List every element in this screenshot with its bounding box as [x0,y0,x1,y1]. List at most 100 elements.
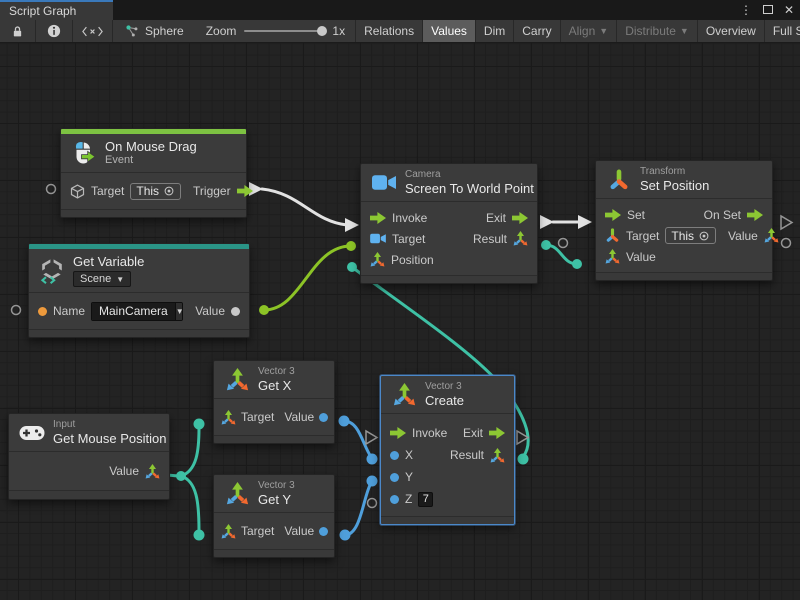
variable-scope-dropdown[interactable]: Scene ▼ [73,271,131,287]
camera-port-icon [370,233,386,244]
port-create-y[interactable] [367,476,378,487]
maximize-icon[interactable] [763,4,773,16]
port-label-set: Set [627,208,645,222]
port-create-result[interactable] [518,454,529,465]
port-getx-target[interactable] [194,419,205,430]
node-category: Transform [640,166,709,178]
zoom-slider[interactable] [244,30,324,32]
node-subtitle: Event [105,154,197,167]
vector3-icon [221,524,236,539]
flow-arrow-icon [747,208,763,222]
mouse-drag-icon [71,141,97,165]
lock-icon [11,25,24,38]
node-footer [214,549,334,557]
port-camera-position[interactable] [347,262,357,272]
flow-arrow-icon [390,426,406,440]
port-mouse-value[interactable] [176,471,186,481]
carry-button[interactable]: Carry [514,20,560,42]
chevron-down-icon: ▼ [116,275,124,284]
port-camera-target[interactable] [346,241,356,251]
port-label-result: Result [450,448,484,462]
node-get-y[interactable]: Vector 3 Get Y Target Value [213,474,335,558]
zoom-value: 1x [332,24,345,38]
info-icon [47,24,61,38]
zoom-control: Zoom 1x [196,20,355,42]
node-get-variable[interactable]: Get Variable Scene ▼ Name MainCamera ▼ V… [28,243,250,338]
node-category: Vector 3 [425,381,464,393]
tab-script-graph[interactable]: Script Graph [0,0,113,20]
node-get-mouse-position[interactable]: Input Get Mouse Position Value [8,413,170,500]
port-gety-target[interactable] [194,530,205,541]
port-label-name: Name [53,304,85,318]
port-label-z: Z [405,492,412,506]
vector3-icon [605,249,620,264]
node-category: Vector 3 [258,480,295,492]
menu-icon[interactable]: ⋮ [740,4,752,16]
object-picker-icon [163,185,175,197]
lock-button[interactable] [0,20,36,42]
node-screen-to-world-point[interactable]: Camera Screen To World Point Invoke Exit… [360,163,538,284]
graph-breadcrumb[interactable]: Sphere [113,20,196,42]
port-label-invoke: Invoke [412,426,447,440]
vector3-icon [513,231,528,246]
float-port-dot[interactable] [319,527,328,536]
tab-label: Script Graph [9,4,76,18]
full-screen-button[interactable]: Full Screen [765,20,800,42]
port-variable-value[interactable] [259,305,269,315]
variable-name-dropdown[interactable]: MainCamera ▼ [91,302,183,321]
zoom-slider-handle[interactable] [317,26,327,36]
node-footer [61,209,246,217]
float-port-dot[interactable] [390,451,399,460]
node-footer [214,435,334,443]
port-setposition-value[interactable] [572,259,582,269]
vector3-icon [224,482,250,505]
port-label-value: Value [284,524,314,538]
port-label-y: Y [405,470,413,484]
object-port-dot[interactable] [231,307,240,316]
port-label-result: Result [473,232,507,246]
camera-icon [371,174,397,191]
port-create-x[interactable] [367,454,378,465]
zoom-label: Zoom [206,24,237,38]
float-port-dot[interactable] [390,473,399,482]
float-port-dot[interactable] [390,495,399,504]
port-label-on-set: On Set [704,208,741,222]
node-footer [596,272,772,280]
port-label-target: Target [241,410,274,424]
port-label-trigger: Trigger [193,184,231,198]
port-label-target: Target [241,524,274,538]
distribute-button[interactable]: Distribute▼ [617,20,698,42]
vector3-icon [370,252,385,267]
node-get-x[interactable]: Vector 3 Get X Target Value [213,360,335,444]
node-category: Input [53,419,159,431]
port-label-exit: Exit [486,211,506,225]
dim-button[interactable]: Dim [476,20,514,42]
port-camera-result[interactable] [541,240,551,250]
close-icon[interactable]: ✕ [784,4,794,16]
node-footer [9,490,169,499]
values-button[interactable]: Values [423,20,476,42]
z-value-field[interactable]: 7 [418,492,433,507]
string-port-dot[interactable] [38,307,47,316]
target-this-chip[interactable]: This [130,183,181,200]
port-label-value-out: Value [728,229,758,243]
align-button[interactable]: Align▼ [561,20,618,42]
port-label-value-in: Value [626,250,656,264]
node-title: Get Y [258,492,295,507]
node-create-vector3[interactable]: Vector 3 Create Invoke Exit X Result Y Z… [380,375,515,525]
gameobject-icon [70,184,85,199]
target-this-chip[interactable]: This [665,227,716,244]
float-port-dot[interactable] [319,413,328,422]
info-button[interactable] [36,20,73,42]
vector3-icon [221,410,236,425]
flow-arrow-icon [512,211,528,225]
vector3-icon [145,464,160,479]
port-getx-value[interactable] [339,416,350,427]
port-gety-value[interactable] [340,530,351,541]
overview-button[interactable]: Overview [698,20,765,42]
port-label-exit: Exit [463,426,483,440]
node-on-mouse-drag[interactable]: On Mouse Drag Event Target This Trigger [60,128,247,218]
relations-button[interactable]: Relations [355,20,423,42]
node-set-position[interactable]: Transform Set Position Set On Set Target… [595,160,773,281]
code-view-button[interactable] [73,20,113,42]
